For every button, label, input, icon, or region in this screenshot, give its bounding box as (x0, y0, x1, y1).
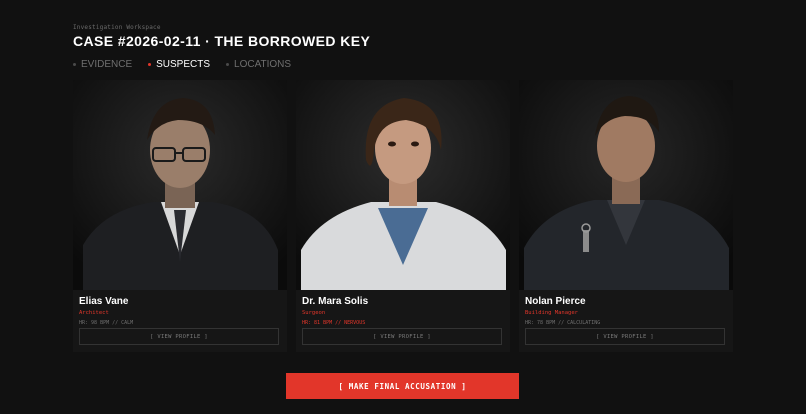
tab-label: SUSPECTS (156, 59, 211, 70)
suspect-role: Building Manager (525, 310, 578, 316)
suspect-card-mara-solis: Dr. Mara Solis Surgeon HR: 81 BPM // NER… (296, 80, 510, 352)
suspect-card-elias-vane: Elias Vane Architect HR: 98 BPM // CALM … (73, 80, 287, 352)
suspect-vitals: HR: 81 BPM // NERVOUS (302, 320, 366, 326)
suspect-name: Dr. Mara Solis (302, 296, 369, 307)
suspect-portrait[interactable] (296, 80, 510, 290)
tab-dot-icon (73, 63, 76, 66)
suspect-role: Architect (79, 310, 109, 316)
tab-suspects[interactable]: SUSPECTS (148, 59, 210, 70)
view-profile-button[interactable]: [ VIEW PROFILE ] (525, 328, 725, 345)
make-final-accusation-button[interactable]: [ MAKE FINAL ACCUSATION ] (286, 373, 519, 399)
view-profile-button[interactable]: [ VIEW PROFILE ] (79, 328, 279, 345)
tab-locations[interactable]: LOCATIONS (226, 59, 291, 70)
suspect-portrait[interactable] (519, 80, 733, 290)
suspect-role: Surgeon (302, 310, 326, 316)
case-title: CASE #2026-02-11 · THE BORROWED KEY (73, 33, 371, 49)
tab-dot-icon (226, 63, 230, 66)
suspect-name: Elias Vane (79, 296, 129, 307)
section-tabs: EVIDENCE SUSPECTS LOCATIONS (73, 59, 291, 70)
workspace-label: Investigation Workspace (73, 24, 161, 31)
suspect-vitals: HR: 78 BPM // CALCULATING (525, 320, 601, 326)
suspect-card-nolan-pierce: Nolan Pierce Building Manager HR: 78 BPM… (519, 80, 733, 352)
tab-evidence[interactable]: EVIDENCE (73, 59, 132, 70)
tab-label: LOCATIONS (234, 59, 292, 70)
suspect-portrait[interactable] (73, 80, 287, 290)
suspect-name: Nolan Pierce (525, 296, 586, 307)
view-profile-button[interactable]: [ VIEW PROFILE ] (302, 328, 502, 345)
tab-dot-icon (148, 63, 152, 66)
tab-label: EVIDENCE (81, 59, 133, 70)
suspect-vitals: HR: 98 BPM // CALM (79, 320, 134, 326)
